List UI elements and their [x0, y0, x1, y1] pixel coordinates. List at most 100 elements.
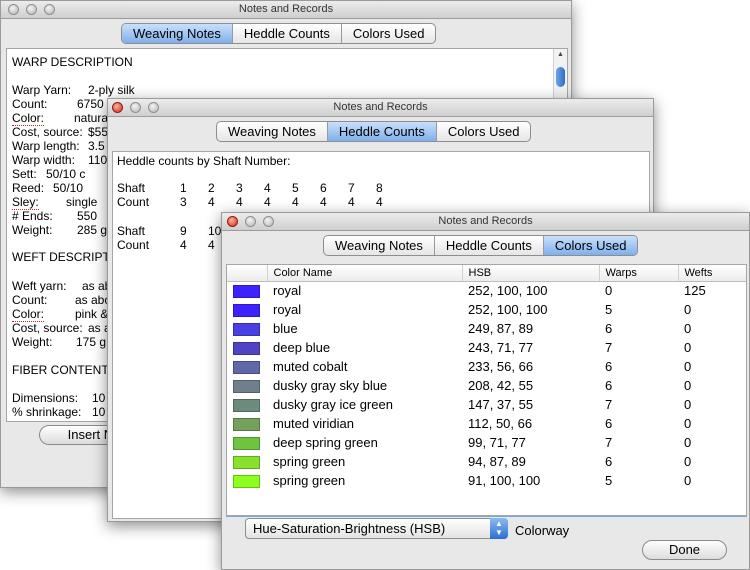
heddle-count: 4	[376, 195, 383, 209]
column-header-color-name[interactable]: Color Name	[267, 265, 463, 282]
column-header-hsb[interactable]: HSB	[462, 265, 600, 282]
hsb-cell: 243, 71, 77	[468, 340, 534, 355]
color-swatch[interactable]	[233, 304, 260, 318]
wefts-cell: 0	[684, 359, 692, 374]
tab-weaving-notes[interactable]: Weaving Notes	[217, 122, 328, 141]
hsb-cell: 112, 50, 66	[468, 416, 533, 431]
color-swatch[interactable]	[233, 342, 260, 356]
table-row[interactable]: royal 252, 100, 100 5 0	[227, 300, 746, 319]
table-row[interactable]: deep spring green 99, 71, 77 7 0	[227, 433, 746, 452]
field-value: 50/10	[53, 181, 84, 195]
shaft-number: 8	[376, 181, 383, 195]
colorway-select[interactable]: Hue-Saturation-Brightness (HSB) ▲ ▼	[245, 518, 508, 539]
color-name-cell: dusky gray ice green	[273, 397, 393, 412]
color-swatch[interactable]	[233, 456, 260, 470]
color-swatch[interactable]	[233, 285, 260, 299]
color-swatch[interactable]	[233, 361, 260, 375]
table-row[interactable]: muted viridian 112, 50, 66 6 0	[227, 414, 746, 433]
count-label: Count	[117, 195, 150, 209]
color-name-cell: spring green	[273, 454, 346, 469]
shaft-number: 9	[180, 224, 187, 238]
table-row[interactable]: deep blue 243, 71, 77 7 0	[227, 338, 746, 357]
color-name-cell: spring green	[273, 473, 346, 488]
column-header-warps[interactable]: Warps	[599, 265, 679, 282]
table-row[interactable]: dusky gray sky blue 208, 42, 55 6 0	[227, 376, 746, 395]
field-value: 175 g	[76, 335, 107, 349]
shaft-number: 10	[208, 224, 222, 238]
wefts-cell: 0	[684, 397, 692, 412]
tab-weaving-notes[interactable]: Weaving Notes	[324, 236, 435, 255]
column-header-wefts[interactable]: Wefts	[678, 265, 746, 282]
field-value: 2-ply silk	[88, 83, 135, 97]
tab-heddle-counts[interactable]: Heddle Counts	[327, 122, 437, 141]
warps-cell: 6	[605, 454, 613, 469]
wefts-cell: 0	[684, 378, 692, 393]
table-row[interactable]: blue 249, 87, 89 6 0	[227, 319, 746, 338]
color-swatch[interactable]	[233, 323, 260, 337]
hsb-cell: 99, 71, 77	[468, 435, 526, 450]
title-bar[interactable]: Notes and Records	[1, 1, 571, 19]
tab-colors-used[interactable]: Colors Used	[543, 236, 638, 255]
swatch-cell	[227, 281, 267, 300]
field-value: 10	[92, 391, 106, 405]
tab-weaving-notes[interactable]: Weaving Notes	[122, 24, 233, 43]
table-row[interactable]: royal 252, 100, 100 0 125	[227, 281, 746, 300]
swatch-cell	[227, 471, 267, 490]
color-swatch[interactable]	[233, 418, 260, 432]
color-swatch[interactable]	[233, 380, 260, 394]
heddle-count: 4	[236, 195, 243, 209]
field-value: 10	[92, 405, 106, 419]
color-swatch[interactable]	[233, 475, 260, 489]
field-value: natura	[74, 111, 109, 125]
color-swatch[interactable]	[233, 437, 260, 451]
title-bar[interactable]: Notes and Records	[108, 99, 653, 117]
swatch-cell	[227, 414, 267, 433]
heddle-count: 4	[264, 195, 271, 209]
field-label: Warp Yarn:	[12, 83, 72, 97]
field-label: Color:	[12, 111, 45, 126]
table-row[interactable]: dusky gray ice green 147, 37, 55 7 0	[227, 395, 746, 414]
colors-table-panel: Color Name HSB Warps Wefts royal 252, 100…	[226, 264, 747, 516]
swatch-cell	[227, 300, 267, 319]
heddle-count: 4	[208, 238, 215, 252]
shaft-number: 2	[208, 181, 215, 195]
heddle-count: 4	[292, 195, 299, 209]
field-value: 550	[77, 209, 98, 223]
color-swatch[interactable]	[233, 399, 260, 413]
done-button[interactable]: Done	[642, 540, 727, 560]
scroll-thumb[interactable]	[556, 67, 565, 87]
scroll-up-icon[interactable]: ▲	[557, 51, 564, 58]
swatch-cell	[227, 452, 267, 471]
field-label: Weft yarn:	[12, 279, 67, 293]
tab-colors-used[interactable]: Colors Used	[437, 122, 531, 141]
warps-cell: 5	[605, 473, 613, 488]
swatch-column-header[interactable]	[227, 265, 268, 282]
field-value: $55	[88, 125, 109, 139]
swatch-cell	[227, 319, 267, 338]
table-row[interactable]: spring green 91, 100, 100 5 0	[227, 471, 746, 490]
tab-colors-used[interactable]: Colors Used	[342, 24, 436, 43]
tab-heddle-counts[interactable]: Heddle Counts	[435, 236, 544, 255]
shaft-number: 4	[264, 181, 271, 195]
wefts-cell: 0	[684, 321, 692, 336]
field-value: 285 g	[77, 223, 108, 237]
hsb-cell: 252, 100, 100	[468, 302, 548, 317]
wefts-cell: 0	[684, 473, 692, 488]
color-name-cell: blue	[273, 321, 298, 336]
color-name-cell: dusky gray sky blue	[273, 378, 388, 393]
tab-heddle-counts[interactable]: Heddle Counts	[233, 24, 342, 43]
table-row[interactable]: spring green 94, 87, 89 6 0	[227, 452, 746, 471]
field-label: Sley:	[12, 195, 39, 210]
count-label: Count	[117, 238, 150, 252]
field-label: Color:	[12, 307, 45, 322]
field-value: pink &	[75, 307, 109, 321]
hsb-cell: 91, 100, 100	[468, 473, 541, 488]
title-bar[interactable]: Notes and Records	[222, 213, 749, 231]
shaft-number: 1	[180, 181, 187, 195]
wefts-cell: 0	[684, 435, 692, 450]
warps-cell: 7	[605, 435, 613, 450]
field-label: Reed:	[12, 181, 45, 195]
table-row[interactable]: muted cobalt 233, 56, 66 6 0	[227, 357, 746, 376]
color-name-cell: royal	[273, 283, 302, 299]
shaft-number: 6	[320, 181, 327, 195]
